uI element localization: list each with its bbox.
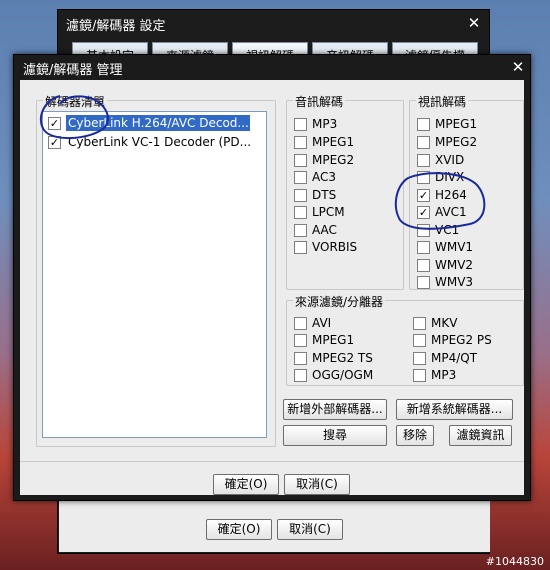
decoder-checkbox[interactable]: ✓ — [48, 117, 61, 130]
filter-info-button[interactable]: 濾鏡資訊 — [449, 425, 512, 446]
checkbox[interactable]: ✓ — [417, 206, 430, 219]
option-label: MPEG2 PS — [431, 333, 492, 347]
option-label: MPEG1 — [312, 135, 355, 149]
checkbox[interactable] — [294, 154, 307, 167]
checkbox[interactable] — [417, 241, 430, 254]
list-item[interactable]: ✓ CyberLink VC-1 Decoder (PD... — [45, 133, 250, 152]
filter-decoder-manager-dialog: 濾鏡/解碼器 管理 ✕ 解碼器清單 ✓ CyberLink H.264/AVC … — [13, 54, 531, 501]
checkbox[interactable] — [413, 369, 426, 382]
option-label: MPEG2 — [312, 153, 355, 167]
option-label: DTS — [312, 188, 337, 202]
background-ok-button[interactable]: 確定(O) — [206, 519, 272, 540]
background-window-title: 濾鏡/解碼器 設定 — [66, 19, 166, 34]
audio-decoding-legend: 音訊解碼 — [293, 93, 346, 110]
checkbox[interactable] — [417, 276, 430, 289]
decoder-list-legend: 解碼器清單 — [43, 93, 108, 110]
checkbox[interactable] — [417, 171, 430, 184]
ok-button[interactable]: 確定(O) — [213, 474, 279, 495]
option-label: MPEG1 — [435, 117, 478, 131]
list-item[interactable]: ✓ CyberLink H.264/AVC Decod... — [45, 114, 250, 133]
option-label: MP3 — [312, 117, 338, 131]
checkbox[interactable] — [417, 224, 430, 237]
option-label: H264 — [435, 188, 467, 202]
option-label: WMV1 — [435, 240, 474, 254]
option-label: MPEG2 — [435, 135, 478, 149]
source-filter-legend: 來源濾鏡/分離器 — [293, 293, 386, 310]
checkbox[interactable] — [417, 259, 430, 272]
decoder-list-group: 解碼器清單 ✓ CyberLink H.264/AVC Decod... ✓ C… — [36, 93, 276, 447]
option-label: WMV2 — [435, 258, 474, 272]
option-label: MP3 — [431, 368, 457, 382]
option-label: MP4/QT — [431, 351, 478, 365]
video-decoding-legend: 視訊解碼 — [416, 93, 469, 110]
checkbox[interactable] — [294, 224, 307, 237]
checkbox[interactable] — [294, 352, 307, 365]
option-label: OGG/OGM — [312, 368, 374, 382]
option-label: MKV — [431, 316, 458, 330]
video-decoding-group: 視訊解碼 MPEG1 MPEG2 XVID DIVX ✓ H264 ✓ AVC1 V… — [409, 93, 524, 290]
checkbox[interactable] — [417, 136, 430, 149]
option-label: AAC — [312, 223, 337, 237]
checkbox[interactable] — [413, 334, 426, 347]
watermark: #1044830 — [485, 555, 544, 568]
checkbox[interactable] — [294, 171, 307, 184]
option-label: MPEG1 — [312, 333, 355, 347]
option-label: MPEG2 TS — [312, 351, 373, 365]
option-label: VC1 — [435, 223, 460, 237]
checkbox[interactable] — [294, 118, 307, 131]
option-label: VORBIS — [312, 240, 358, 254]
dialog-body: 解碼器清單 ✓ CyberLink H.264/AVC Decod... ✓ C… — [20, 80, 524, 495]
checkbox[interactable] — [413, 317, 426, 330]
checkbox[interactable] — [294, 241, 307, 254]
checkbox[interactable] — [294, 369, 307, 382]
checkbox[interactable] — [294, 189, 307, 202]
checkbox[interactable] — [294, 206, 307, 219]
close-icon[interactable]: ✕ — [509, 58, 527, 76]
background-cancel-button[interactable]: 取消(C) — [277, 519, 343, 540]
option-label: AC3 — [312, 170, 337, 184]
decoder-label: CyberLink VC-1 Decoder (PD... — [68, 135, 250, 149]
footer-divider — [20, 461, 524, 462]
option-label: DIVX — [435, 170, 465, 184]
source-filter-group: 來源濾鏡/分離器 AVI MKV MPEG1 MPEG2 PS MPEG2 TS… — [286, 293, 524, 386]
decoder-label: CyberLink H.264/AVC Decod... — [66, 115, 250, 131]
dialog-title: 濾鏡/解碼器 管理 — [23, 63, 123, 78]
option-label: XVID — [435, 153, 465, 167]
checkbox[interactable] — [413, 352, 426, 365]
checkbox[interactable]: ✓ — [417, 189, 430, 202]
checkbox[interactable] — [294, 334, 307, 347]
audio-decoding-group: 音訊解碼 MP3 MPEG1 MPEG2 AC3 DTS LPCM AAC VO… — [286, 93, 404, 290]
checkbox[interactable] — [294, 136, 307, 149]
search-button[interactable]: 搜尋 — [283, 425, 387, 446]
option-label: AVI — [312, 316, 332, 330]
option-label: LPCM — [312, 205, 345, 219]
option-label: WMV3 — [435, 275, 474, 289]
decoder-checkbox[interactable]: ✓ — [48, 136, 61, 149]
add-system-decoder-button[interactable]: 新增系統解碼器... — [396, 399, 513, 420]
cancel-button[interactable]: 取消(C) — [284, 474, 350, 495]
decoder-listbox[interactable]: ✓ CyberLink H.264/AVC Decod... ✓ CyberLi… — [42, 111, 267, 438]
remove-button[interactable]: 移除 — [396, 425, 434, 446]
checkbox[interactable] — [417, 118, 430, 131]
option-label: AVC1 — [435, 205, 467, 219]
checkbox[interactable] — [294, 317, 307, 330]
checkbox[interactable] — [417, 154, 430, 167]
background-close-icon[interactable]: ✕ — [465, 14, 483, 32]
add-external-decoder-button[interactable]: 新增外部解碼器... — [283, 399, 387, 420]
